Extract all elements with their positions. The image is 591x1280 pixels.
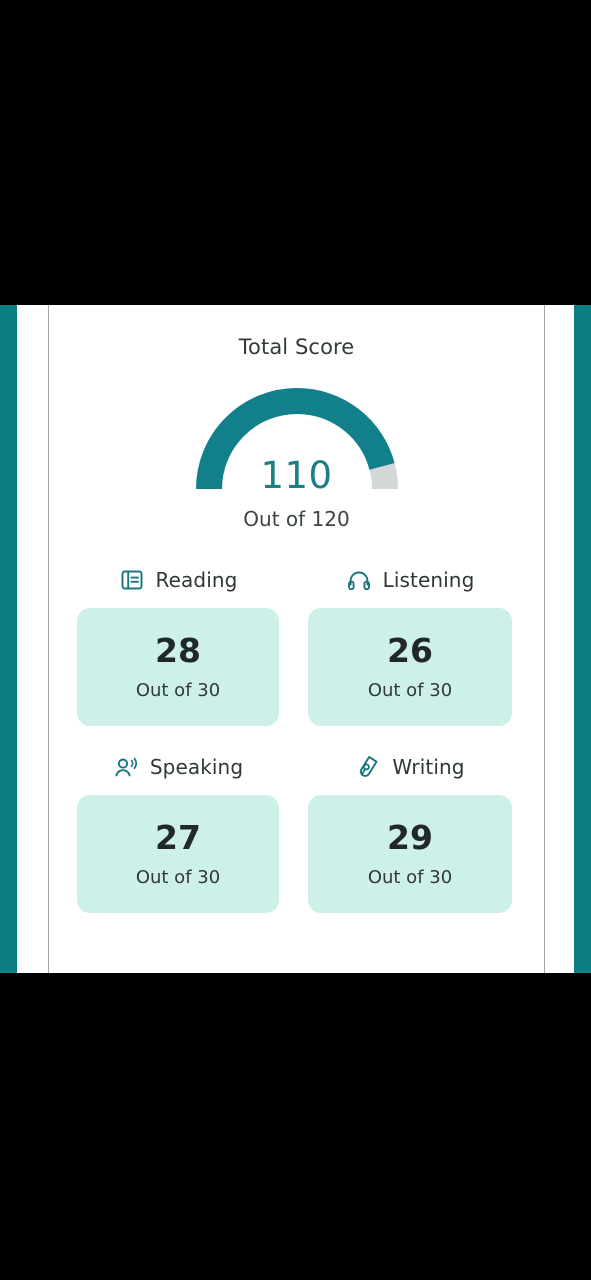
section-writing: Writing 29 Out of 30 xyxy=(308,752,512,913)
section-row-top: Reading 28 Out of 30 Listening 26 Out of… xyxy=(77,565,516,726)
section-row-bottom: Speaking 27 Out of 30 Writing 29 Out of … xyxy=(77,752,516,913)
section-listening-out-of: Out of 30 xyxy=(367,679,453,701)
section-listening-header: Listening xyxy=(308,565,512,595)
section-speaking-label: Speaking xyxy=(149,755,244,779)
total-score-gauge: 110 xyxy=(191,383,403,497)
screen: Total Score 110 Out of 120 Reading 28 Ou… xyxy=(0,0,591,1280)
section-listening-score: 26 xyxy=(387,630,433,670)
total-score-out-of: Out of 120 xyxy=(243,507,350,531)
total-score-value: 110 xyxy=(260,454,333,497)
section-listening-label: Listening xyxy=(382,568,475,592)
section-writing-score: 29 xyxy=(387,817,433,857)
section-reading-label: Reading xyxy=(155,568,238,592)
person-speaking-icon xyxy=(113,754,139,780)
section-scores-grid: Reading 28 Out of 30 Listening 26 Out of… xyxy=(49,565,544,913)
pen-nib-icon xyxy=(355,754,381,780)
score-report-panel: Total Score 110 Out of 120 Reading 28 Ou… xyxy=(49,305,544,973)
section-listening: Listening 26 Out of 30 xyxy=(308,565,512,726)
section-reading-out-of: Out of 30 xyxy=(135,679,221,701)
section-speaking-header: Speaking xyxy=(77,752,279,782)
section-reading: Reading 28 Out of 30 xyxy=(77,565,279,726)
section-speaking-score: 27 xyxy=(155,817,201,857)
book-open-icon xyxy=(119,567,145,593)
section-reading-card: 28 Out of 30 xyxy=(77,608,279,726)
section-reading-header: Reading xyxy=(77,565,279,595)
section-speaking: Speaking 27 Out of 30 xyxy=(77,752,279,913)
headphones-icon xyxy=(346,567,372,593)
section-speaking-out-of: Out of 30 xyxy=(135,866,221,888)
section-writing-out-of: Out of 30 xyxy=(367,866,453,888)
section-listening-card: 26 Out of 30 xyxy=(308,608,512,726)
right-accent-bar xyxy=(574,305,591,973)
left-accent-bar xyxy=(0,305,17,973)
section-writing-header: Writing xyxy=(308,752,512,782)
right-divider-rule xyxy=(544,305,545,973)
section-writing-label: Writing xyxy=(392,755,465,779)
section-reading-score: 28 xyxy=(155,630,201,670)
section-speaking-card: 27 Out of 30 xyxy=(77,795,279,913)
section-writing-card: 29 Out of 30 xyxy=(308,795,512,913)
page-title: Total Score xyxy=(238,335,355,359)
